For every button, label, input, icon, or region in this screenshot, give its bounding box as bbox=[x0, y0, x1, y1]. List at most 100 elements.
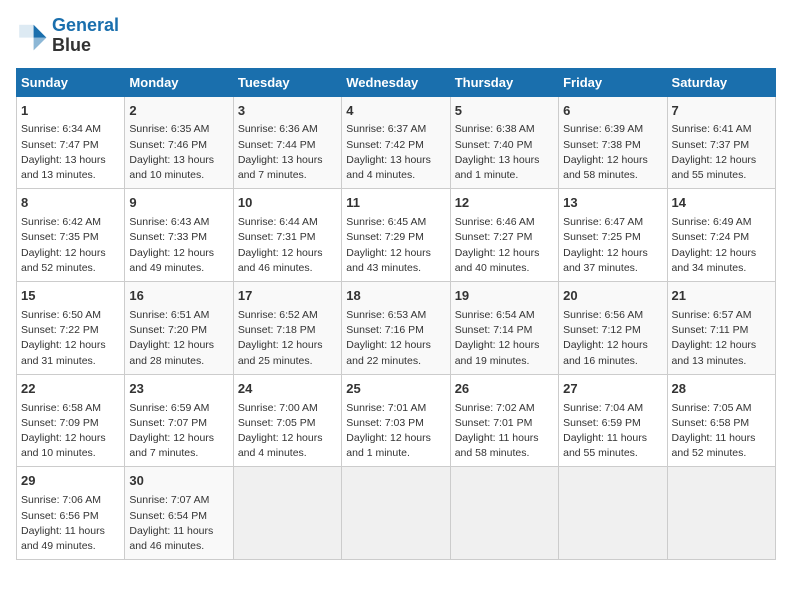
sunset: Sunset: 7:37 PM bbox=[672, 139, 750, 151]
sunrise: Sunrise: 6:35 AM bbox=[129, 123, 209, 135]
day-header-friday: Friday bbox=[559, 68, 667, 96]
sunrise: Sunrise: 6:58 AM bbox=[21, 402, 101, 414]
sunrise: Sunrise: 6:43 AM bbox=[129, 216, 209, 228]
sunset: Sunset: 7:07 PM bbox=[129, 417, 207, 429]
calendar-cell: 12Sunrise: 6:46 AMSunset: 7:27 PMDayligh… bbox=[450, 189, 558, 282]
day-number: 18 bbox=[346, 287, 445, 306]
sunrise: Sunrise: 6:45 AM bbox=[346, 216, 426, 228]
day-header-sunday: Sunday bbox=[17, 68, 125, 96]
day-number: 24 bbox=[238, 380, 337, 399]
calendar-cell bbox=[233, 467, 341, 560]
day-number: 6 bbox=[563, 102, 662, 121]
calendar-cell: 26Sunrise: 7:02 AMSunset: 7:01 PMDayligh… bbox=[450, 374, 558, 467]
sunset: Sunset: 7:27 PM bbox=[455, 231, 533, 243]
day-number: 12 bbox=[455, 194, 554, 213]
day-number: 30 bbox=[129, 472, 228, 491]
day-number: 10 bbox=[238, 194, 337, 213]
daylight: Daylight: 13 hours and 13 minutes. bbox=[21, 154, 106, 181]
day-number: 25 bbox=[346, 380, 445, 399]
sunrise: Sunrise: 7:05 AM bbox=[672, 402, 752, 414]
calendar-body: 1 Sunrise: 6:34 AM Sunset: 7:47 PM Daylight… bbox=[17, 96, 776, 560]
week-row-4: 22Sunrise: 6:58 AMSunset: 7:09 PMDayligh… bbox=[17, 374, 776, 467]
daylight: Daylight: 12 hours and 37 minutes. bbox=[563, 247, 648, 274]
daylight: Daylight: 12 hours and 49 minutes. bbox=[129, 247, 214, 274]
sunrise: Sunrise: 6:51 AM bbox=[129, 309, 209, 321]
daylight: Daylight: 12 hours and 13 minutes. bbox=[672, 339, 757, 366]
calendar-cell: 20Sunrise: 6:56 AMSunset: 7:12 PMDayligh… bbox=[559, 282, 667, 375]
daylight: Daylight: 12 hours and 16 minutes. bbox=[563, 339, 648, 366]
sunrise: Sunrise: 7:02 AM bbox=[455, 402, 535, 414]
day-number: 17 bbox=[238, 287, 337, 306]
sunrise: Sunrise: 6:34 AM bbox=[21, 123, 101, 135]
sunrise: Sunrise: 7:07 AM bbox=[129, 494, 209, 506]
day-header-thursday: Thursday bbox=[450, 68, 558, 96]
sunset: Sunset: 6:54 PM bbox=[129, 510, 207, 522]
day-header-saturday: Saturday bbox=[667, 68, 775, 96]
daylight: Daylight: 12 hours and 1 minute. bbox=[346, 432, 431, 459]
week-row-1: 1 Sunrise: 6:34 AM Sunset: 7:47 PM Daylight… bbox=[17, 96, 776, 189]
sunrise: Sunrise: 6:47 AM bbox=[563, 216, 643, 228]
calendar-cell: 23Sunrise: 6:59 AMSunset: 7:07 PMDayligh… bbox=[125, 374, 233, 467]
sunset: Sunset: 7:05 PM bbox=[238, 417, 316, 429]
calendar-cell: 6Sunrise: 6:39 AMSunset: 7:38 PMDaylight… bbox=[559, 96, 667, 189]
day-number: 1 bbox=[21, 102, 120, 121]
week-row-2: 8 Sunrise: 6:42 AM Sunset: 7:35 PM Daylight… bbox=[17, 189, 776, 282]
sunset: Sunset: 7:35 PM bbox=[21, 231, 99, 243]
daylight: Daylight: 12 hours and 10 minutes. bbox=[21, 432, 106, 459]
sunrise: Sunrise: 6:50 AM bbox=[21, 309, 101, 321]
sunset: Sunset: 7:47 PM bbox=[21, 139, 99, 151]
sunset: Sunset: 7:01 PM bbox=[455, 417, 533, 429]
calendar-cell: 22Sunrise: 6:58 AMSunset: 7:09 PMDayligh… bbox=[17, 374, 125, 467]
page-header: General Blue bbox=[16, 16, 776, 56]
sunrise: Sunrise: 6:52 AM bbox=[238, 309, 318, 321]
daylight: Daylight: 12 hours and 28 minutes. bbox=[129, 339, 214, 366]
sunrise: Sunrise: 6:54 AM bbox=[455, 309, 535, 321]
sunrise: Sunrise: 6:36 AM bbox=[238, 123, 318, 135]
daylight: Daylight: 12 hours and 4 minutes. bbox=[238, 432, 323, 459]
calendar-cell: 18Sunrise: 6:53 AMSunset: 7:16 PMDayligh… bbox=[342, 282, 450, 375]
daylight: Daylight: 12 hours and 25 minutes. bbox=[238, 339, 323, 366]
day-number: 13 bbox=[563, 194, 662, 213]
calendar-cell: 15Sunrise: 6:50 AMSunset: 7:22 PMDayligh… bbox=[17, 282, 125, 375]
day-number: 28 bbox=[672, 380, 771, 399]
sunset: Sunset: 7:44 PM bbox=[238, 139, 316, 151]
calendar-cell: 28Sunrise: 7:05 AMSunset: 6:58 PMDayligh… bbox=[667, 374, 775, 467]
sunrise: Sunrise: 6:38 AM bbox=[455, 123, 535, 135]
calendar-cell: 27Sunrise: 7:04 AMSunset: 6:59 PMDayligh… bbox=[559, 374, 667, 467]
sunrise: Sunrise: 6:37 AM bbox=[346, 123, 426, 135]
day-number: 15 bbox=[21, 287, 120, 306]
calendar-cell bbox=[667, 467, 775, 560]
sunrise: Sunrise: 7:04 AM bbox=[563, 402, 643, 414]
daylight: Daylight: 13 hours and 10 minutes. bbox=[129, 154, 214, 181]
calendar-cell: 11Sunrise: 6:45 AMSunset: 7:29 PMDayligh… bbox=[342, 189, 450, 282]
sunset: Sunset: 7:12 PM bbox=[563, 324, 641, 336]
daylight: Daylight: 12 hours and 43 minutes. bbox=[346, 247, 431, 274]
sunset: Sunset: 7:33 PM bbox=[129, 231, 207, 243]
day-number: 29 bbox=[21, 472, 120, 491]
calendar-cell: 8Sunrise: 6:42 AMSunset: 7:35 PMDaylight… bbox=[17, 189, 125, 282]
calendar-cell: 24Sunrise: 7:00 AMSunset: 7:05 PMDayligh… bbox=[233, 374, 341, 467]
sunrise: Sunrise: 7:06 AM bbox=[21, 494, 101, 506]
day-header-tuesday: Tuesday bbox=[233, 68, 341, 96]
day-number: 3 bbox=[238, 102, 337, 121]
week-row-5: 29Sunrise: 7:06 AMSunset: 6:56 PMDayligh… bbox=[17, 467, 776, 560]
calendar-cell bbox=[559, 467, 667, 560]
sunset: Sunset: 7:29 PM bbox=[346, 231, 424, 243]
calendar-cell: 4Sunrise: 6:37 AMSunset: 7:42 PMDaylight… bbox=[342, 96, 450, 189]
calendar-cell: 2Sunrise: 6:35 AMSunset: 7:46 PMDaylight… bbox=[125, 96, 233, 189]
sunrise: Sunrise: 6:42 AM bbox=[21, 216, 101, 228]
sunset: Sunset: 7:09 PM bbox=[21, 417, 99, 429]
day-header-wednesday: Wednesday bbox=[342, 68, 450, 96]
sunset: Sunset: 6:56 PM bbox=[21, 510, 99, 522]
sunset: Sunset: 7:42 PM bbox=[346, 139, 424, 151]
daylight: Daylight: 11 hours and 58 minutes. bbox=[455, 432, 539, 459]
sunrise: Sunrise: 6:41 AM bbox=[672, 123, 752, 135]
sunset: Sunset: 6:58 PM bbox=[672, 417, 750, 429]
logo: General Blue bbox=[16, 16, 119, 56]
sunset: Sunset: 7:22 PM bbox=[21, 324, 99, 336]
calendar-cell bbox=[342, 467, 450, 560]
header-row: SundayMondayTuesdayWednesdayThursdayFrid… bbox=[17, 68, 776, 96]
calendar-cell: 17Sunrise: 6:52 AMSunset: 7:18 PMDayligh… bbox=[233, 282, 341, 375]
daylight: Daylight: 12 hours and 19 minutes. bbox=[455, 339, 540, 366]
day-number: 8 bbox=[21, 194, 120, 213]
